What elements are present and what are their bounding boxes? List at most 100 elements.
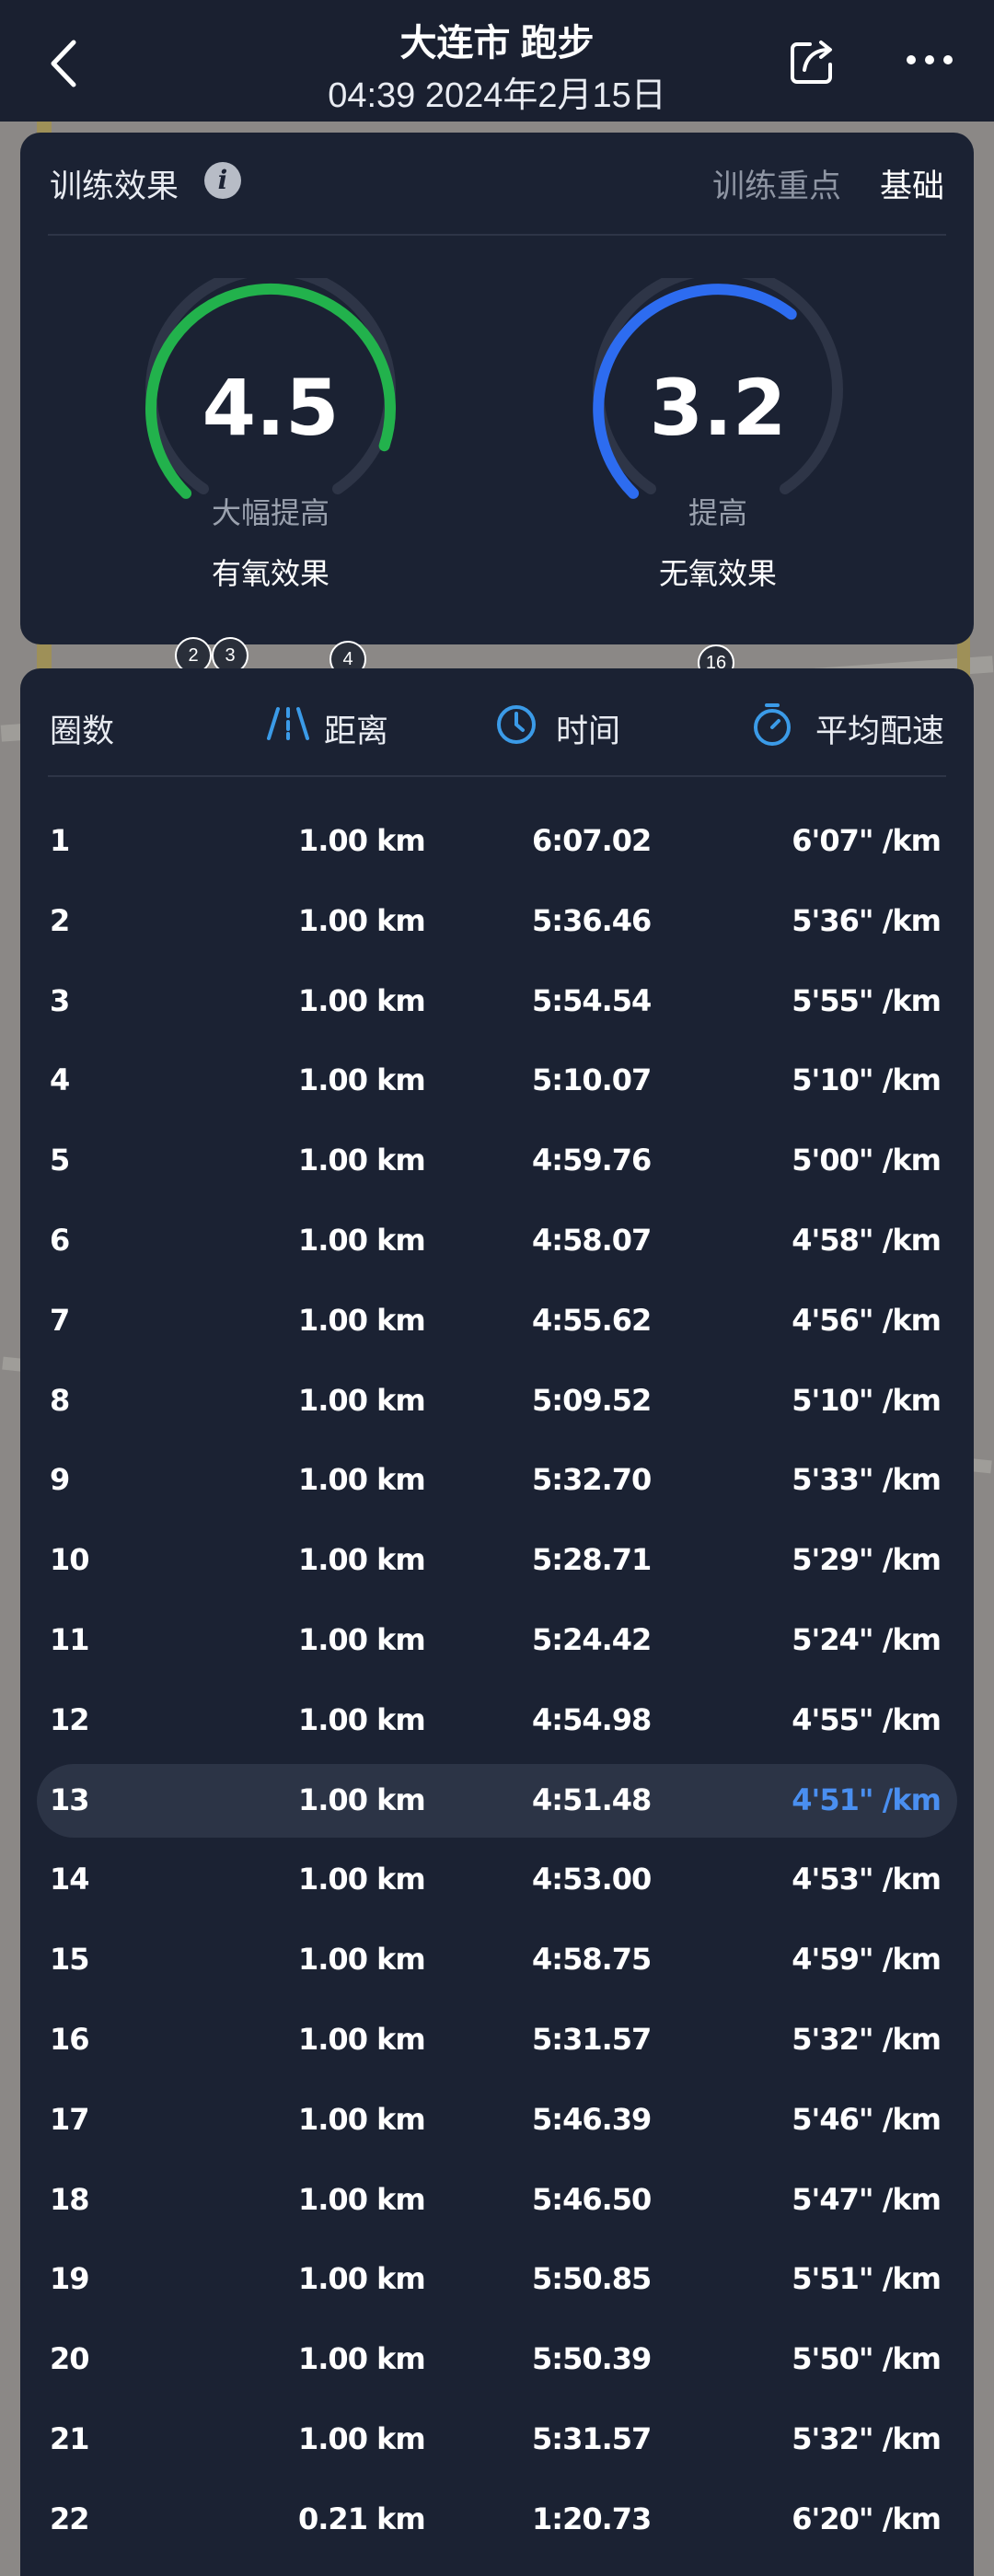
lap-pace: 5'32" /km — [792, 2022, 942, 2057]
lap-row[interactable]: 22 0.21 km 1:20.73 6'20" /km — [37, 2483, 957, 2557]
lap-time: 5:32.70 — [532, 1462, 652, 1498]
lap-pace: 5'55" /km — [792, 982, 942, 1018]
lap-distance: 1.00 km — [298, 2421, 426, 2456]
share-icon — [791, 41, 832, 84]
lap-number: 19 — [50, 2261, 90, 2297]
training-effect-label: 训练效果 — [50, 168, 179, 204]
lap-number: 15 — [50, 1942, 90, 1978]
lap-pace: 6'20" /km — [792, 2501, 942, 2536]
lap-row[interactable]: 21 1.00 km 5:31.57 5'32" /km — [37, 2403, 957, 2477]
lap-time: 5:31.57 — [532, 2421, 652, 2456]
lap-distance: 1.00 km — [298, 1302, 426, 1338]
lap-pace: 5'33" /km — [792, 1462, 942, 1498]
aerobic-label: 有氧效果 — [211, 557, 329, 590]
lap-distance: 0.21 km — [298, 2501, 426, 2536]
lap-row[interactable]: 6 1.00 km 4:58.07 4'58" /km — [37, 1204, 957, 1278]
lap-row[interactable]: 20 1.00 km 5:50.39 5'50" /km — [37, 2323, 957, 2396]
aerobic-gauge: 4.5 大幅提高 有氧效果 — [140, 278, 416, 628]
training-focus-value: 基础 — [879, 168, 944, 204]
lap-row[interactable]: 3 1.00 km 5:54.54 5'55" /km — [37, 965, 957, 1039]
lap-row[interactable]: 4 1.00 km 5:10.07 5'10" /km — [37, 1044, 957, 1118]
page-title: 大连市 跑步 — [399, 23, 595, 64]
lap-row[interactable]: 10 1.00 km 5:28.71 5'29" /km — [37, 1524, 957, 1597]
lap-time: 5:24.42 — [532, 1622, 652, 1657]
lap-distance: 1.00 km — [298, 2101, 426, 2137]
lap-row[interactable]: 16 1.00 km 5:31.57 5'32" /km — [37, 2003, 957, 2077]
lap-pace: 5'36" /km — [792, 902, 942, 938]
lap-row[interactable]: 8 1.00 km 5:09.52 5'10" /km — [37, 1364, 957, 1438]
lap-row[interactable]: 7 1.00 km 4:55.62 4'56" /km — [37, 1284, 957, 1358]
lap-number: 8 — [50, 1382, 70, 1418]
lap-distance: 1.00 km — [298, 1382, 426, 1418]
lap-distance: 1.00 km — [298, 823, 426, 858]
lap-time: 5:10.07 — [532, 1062, 652, 1098]
lap-row[interactable]: 12 1.00 km 4:54.98 4'55" /km — [37, 1684, 957, 1758]
lap-distance: 1.00 km — [298, 902, 426, 938]
lap-distance: 1.00 km — [298, 1622, 426, 1657]
lap-pace: 5'24" /km — [792, 1622, 942, 1657]
anaerobic-label: 无氧效果 — [658, 557, 777, 590]
lap-distance: 1.00 km — [298, 1462, 426, 1498]
laps-card: 圈数 距离 时间 平均配速 1 1.00 km 6:07.02 6'07" /km 2 1… — [20, 668, 974, 2576]
lap-pace: 4'51" /km — [792, 1781, 942, 1817]
lap-time: 6:07.02 — [532, 823, 652, 858]
lap-number: 9 — [50, 1462, 70, 1498]
lap-number: 13 — [50, 1781, 90, 1817]
lap-number: 3 — [50, 982, 70, 1018]
lap-pace: 5'00" /km — [792, 1143, 942, 1178]
distance-icon — [267, 707, 309, 740]
lap-number: 6 — [50, 1223, 70, 1258]
lap-distance: 1.00 km — [298, 982, 426, 1018]
column-header-distance: 距离 — [324, 714, 389, 749]
lap-number: 10 — [50, 1542, 90, 1578]
lap-row[interactable]: 9 1.00 km 5:32.70 5'33" /km — [37, 1444, 957, 1517]
activity-datetime: 04:39 2024年2月15日 — [328, 76, 666, 115]
aerobic-desc: 大幅提高 — [211, 496, 329, 529]
lap-distance: 1.00 km — [298, 2181, 426, 2217]
lap-time: 4:55.62 — [532, 1302, 652, 1338]
lap-distance: 1.00 km — [298, 1701, 426, 1737]
anaerobic-value: 3.2 — [649, 363, 787, 453]
lap-number: 11 — [50, 1622, 90, 1657]
lap-time: 4:54.98 — [532, 1701, 652, 1737]
lap-number: 2 — [50, 902, 70, 938]
lap-time: 4:58.75 — [532, 1942, 652, 1978]
lap-pace: 5'10" /km — [792, 1062, 942, 1098]
training-focus-label: 训练重点 — [711, 168, 841, 204]
lap-row[interactable]: 13 1.00 km 4:51.48 4'51" /km — [37, 1763, 957, 1838]
aerobic-value: 4.5 — [202, 363, 340, 453]
lap-pace: 5'29" /km — [792, 1542, 942, 1578]
lap-row[interactable]: 2 1.00 km 5:36.46 5'36" /km — [37, 885, 957, 958]
lap-time: 5:09.52 — [532, 1382, 652, 1418]
lap-row[interactable]: 11 1.00 km 5:24.42 5'24" /km — [37, 1604, 957, 1677]
lap-row[interactable]: 15 1.00 km 4:58.75 4'59" /km — [37, 1923, 957, 1997]
lap-pace: 5'51" /km — [792, 2261, 942, 2297]
lap-pace: 5'10" /km — [792, 1382, 942, 1418]
lap-pace: 4'53" /km — [792, 1862, 942, 1897]
lap-distance: 1.00 km — [298, 2261, 426, 2297]
lap-distance: 1.00 km — [298, 1143, 426, 1178]
lap-time: 1:20.73 — [532, 2501, 652, 2536]
more-options-button[interactable] — [902, 46, 957, 74]
lap-time: 5:36.46 — [532, 902, 652, 938]
lap-distance: 1.00 km — [298, 1542, 426, 1578]
laps-table-header: 圈数 距离 时间 平均配速 — [20, 668, 974, 777]
lap-number: 12 — [50, 1701, 90, 1737]
lap-distance: 1.00 km — [298, 2022, 426, 2057]
lap-row[interactable]: 5 1.00 km 4:59.76 5'00" /km — [37, 1124, 957, 1198]
lap-row[interactable]: 1 1.00 km 6:07.02 6'07" /km — [37, 805, 957, 878]
lap-pace: 5'46" /km — [792, 2101, 942, 2137]
lap-time: 5:54.54 — [532, 982, 652, 1018]
lap-time: 5:50.85 — [532, 2261, 652, 2297]
lap-number: 17 — [50, 2101, 90, 2137]
lap-row[interactable]: 14 1.00 km 4:53.00 4'53" /km — [37, 1843, 957, 1917]
column-header-time: 时间 — [556, 714, 621, 749]
lap-distance: 1.00 km — [298, 1062, 426, 1098]
share-button[interactable] — [784, 35, 839, 90]
lap-pace: 5'32" /km — [792, 2421, 942, 2456]
info-icon[interactable]: i — [204, 162, 241, 199]
lap-number: 4 — [50, 1062, 70, 1098]
lap-row[interactable]: 19 1.00 km 5:50.85 5'51" /km — [37, 2243, 957, 2316]
lap-row[interactable]: 17 1.00 km 5:46.39 5'46" /km — [37, 2083, 957, 2157]
lap-row[interactable]: 18 1.00 km 5:46.50 5'47" /km — [37, 2164, 957, 2237]
